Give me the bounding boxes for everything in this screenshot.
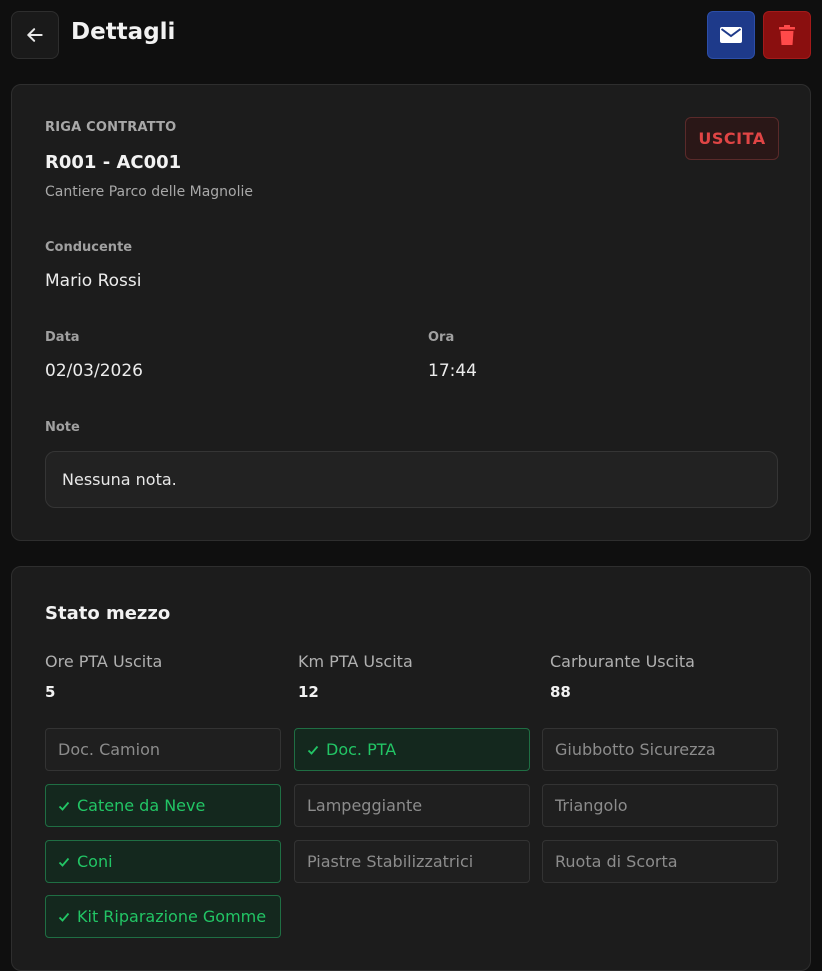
checklist-item[interactable]: Doc. PTA [294,728,530,771]
status-badge: USCITA [685,117,779,160]
checklist-item-label: Lampeggiante [307,796,423,815]
stat-value-ore-pta: 5 [45,683,56,701]
checklist-item-label: Giubbotto Sicurezza [555,740,716,759]
checklist-item[interactable]: Piastre Stabilizzatrici [294,840,530,883]
site-name: Cantiere Parco delle Magnolie [45,184,254,200]
date-label: Data [45,330,80,345]
check-icon [58,857,70,867]
notes-label: Note [45,420,80,435]
mail-icon [720,27,742,43]
check-icon [58,801,70,811]
checklist-item-label: Piastre Stabilizzatrici [307,852,474,871]
checklist-item[interactable]: Triangolo [542,784,778,827]
checklist-item[interactable]: Ruota di Scorta [542,840,778,883]
vehicle-status-title: Stato mezzo [45,603,171,624]
details-card: RIGA CONTRATTO R001 - AC001 Cantiere Par… [11,84,811,541]
header: Dettagli [0,0,822,84]
stat-label-ore-pta: Ore PTA Uscita [45,652,163,671]
time-value: 17:44 [428,361,477,381]
checklist-item-label: Kit Riparazione Gomme [77,907,267,926]
checklist-item-label: Doc. PTA [326,740,397,759]
notes-box: Nessuna nota. [45,451,778,508]
stat-value-carburante: 88 [550,683,571,701]
page-title: Dettagli [71,19,176,45]
checklist-item[interactable]: Lampeggiante [294,784,530,827]
delete-button[interactable] [763,11,811,59]
stat-value-km-pta: 12 [298,683,319,701]
check-icon [58,912,70,922]
email-button[interactable] [707,11,755,59]
time-label: Ora [428,330,455,345]
stat-label-km-pta: Km PTA Uscita [298,652,413,671]
driver-label: Conducente [45,240,133,255]
contract-row-label: RIGA CONTRATTO [45,120,177,135]
notes-text: Nessuna nota. [62,470,177,489]
date-value: 02/03/2026 [45,361,143,381]
checklist-item-label: Ruota di Scorta [555,852,678,871]
vehicle-status-card: Stato mezzo Ore PTA Uscita 5 Km PTA Usci… [11,566,811,971]
back-button[interactable] [11,11,59,59]
driver-value: Mario Rossi [45,271,142,291]
checklist-item-label: Catene da Neve [77,796,206,815]
checklist-item[interactable]: Kit Riparazione Gomme [45,895,281,938]
stat-label-carburante: Carburante Uscita [550,652,695,671]
trash-icon [779,25,795,45]
checklist-item-label: Coni [77,852,113,871]
checklist-item[interactable]: Catene da Neve [45,784,281,827]
checklist-item-label: Doc. Camion [58,740,161,759]
contract-row-code: R001 - AC001 [45,152,182,173]
check-icon [307,745,319,755]
checklist-item[interactable]: Giubbotto Sicurezza [542,728,778,771]
arrow-left-icon [27,28,43,42]
checklist-item[interactable]: Doc. Camion [45,728,281,771]
checklist-item[interactable]: Coni [45,840,281,883]
checklist-item-label: Triangolo [555,796,628,815]
